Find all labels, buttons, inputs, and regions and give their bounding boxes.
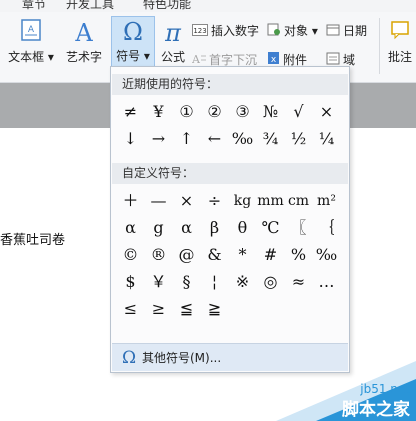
svg-text:A: A bbox=[28, 25, 35, 35]
formula-button[interactable]: π 公式 bbox=[157, 18, 189, 66]
insert-number-button[interactable]: 123 插入数字 bbox=[192, 21, 259, 41]
symbol-cell[interactable]: √ bbox=[285, 98, 312, 126]
symbol-cell[interactable]: ½ bbox=[285, 125, 312, 153]
symbol-cell[interactable]: g bbox=[145, 214, 172, 242]
comment-label: 批注 bbox=[387, 50, 412, 64]
object-button[interactable]: 对象 ▾ bbox=[267, 21, 318, 41]
symbol-cell[interactable]: № bbox=[257, 98, 284, 126]
symbol-cell[interactable]: ￥ bbox=[145, 268, 172, 296]
svg-text:x: x bbox=[271, 55, 277, 65]
symbol-button[interactable]: Ω 符号 ▾ bbox=[111, 16, 155, 70]
omega-icon: Ω bbox=[122, 348, 137, 368]
recent-symbols-header: 近期使用的符号： bbox=[112, 74, 348, 95]
watermark-logo: jb51.net 脚本之家 bbox=[276, 361, 416, 421]
more-symbols-label: 其他符号(M)... bbox=[142, 351, 222, 365]
symbol-cell[interactable]: × bbox=[173, 187, 200, 215]
comment-icon bbox=[384, 18, 416, 48]
svg-text:123: 123 bbox=[193, 27, 206, 35]
comment-button[interactable]: 批注 bbox=[384, 18, 416, 66]
symbol-cell[interactable]: ＋ bbox=[117, 187, 144, 215]
symbol-cell[interactable]: ← bbox=[201, 125, 228, 153]
symbol-cell[interactable]: … bbox=[313, 268, 340, 296]
symbol-cell[interactable]: ≧ bbox=[201, 295, 228, 323]
calendar-icon bbox=[326, 22, 340, 42]
formula-label: 公式 bbox=[160, 50, 185, 64]
wordart-button[interactable]: A 艺术字 bbox=[62, 18, 106, 66]
symbol-cell[interactable]: α bbox=[117, 214, 144, 242]
symbol-cell[interactable]: ℃ bbox=[257, 214, 284, 242]
symbol-cell[interactable]: ¾ bbox=[257, 125, 284, 153]
symbol-cell[interactable]: ① bbox=[173, 98, 200, 126]
symbol-cell[interactable]: # bbox=[257, 241, 284, 269]
textbox-label: 文本框 bbox=[8, 50, 45, 64]
object-label: 对象 bbox=[284, 24, 309, 38]
watermark-site: jb51.net bbox=[359, 382, 410, 396]
wordart-label: 艺术字 bbox=[65, 50, 102, 64]
symbol-cell[interactable]: * bbox=[229, 241, 256, 269]
number-123-icon: 123 bbox=[192, 22, 208, 42]
omega-icon: Ω bbox=[123, 18, 143, 46]
symbol-cell[interactable]: ¥ bbox=[145, 98, 172, 126]
watermark-brand: 脚本之家 bbox=[342, 399, 410, 420]
svg-text:A: A bbox=[192, 53, 201, 65]
symbol-cell[interactable]: × bbox=[313, 98, 340, 126]
symbol-cell[interactable]: ¦ bbox=[201, 268, 228, 296]
symbol-dropdown-menu: 近期使用的符号： ≠ ¥ ① ② ③ № √ × ↓ → ↑ ← ‰ ¾ ½ ¼ 自定义符号： ＋ — × ÷ kg m… bbox=[110, 66, 350, 373]
field-label: 域 bbox=[343, 53, 356, 67]
symbol-label: 符号 bbox=[116, 49, 141, 63]
symbol-cell[interactable]: ≦ bbox=[173, 295, 200, 323]
symbol-cell[interactable]: — bbox=[145, 187, 172, 215]
symbol-cell[interactable]: ※ bbox=[229, 268, 256, 296]
symbol-cell[interactable]: ≠ bbox=[117, 98, 144, 126]
textbox-button[interactable]: A 文本框 ▾ bbox=[6, 18, 56, 66]
symbol-cell[interactable]: ® bbox=[145, 241, 172, 269]
symbol-cell[interactable]: @ bbox=[173, 241, 200, 269]
date-button[interactable]: 日期 bbox=[326, 21, 367, 41]
symbol-cell[interactable]: & bbox=[201, 241, 228, 269]
object-icon bbox=[267, 22, 281, 42]
tab-chapter[interactable]: 章节 bbox=[22, 0, 46, 12]
wordart-icon: A bbox=[75, 19, 93, 47]
symbol-cell[interactable]: α bbox=[173, 214, 200, 242]
symbol-cell[interactable]: © bbox=[117, 241, 144, 269]
symbol-cell[interactable]: ↓ bbox=[117, 125, 144, 153]
symbol-cell[interactable]: ≥ bbox=[145, 295, 172, 323]
symbol-cell[interactable]: ≈ bbox=[285, 268, 312, 296]
symbol-cell[interactable]: ② bbox=[201, 98, 228, 126]
symbol-cell[interactable]: θ bbox=[229, 214, 256, 242]
symbol-cell[interactable]: m² bbox=[313, 187, 340, 215]
tab-dev-tools[interactable]: 开发工具 bbox=[66, 0, 114, 12]
symbol-cell[interactable]: mm bbox=[257, 187, 284, 215]
symbol-cell[interactable]: ≤ bbox=[117, 295, 144, 323]
symbol-cell[interactable]: % bbox=[285, 241, 312, 269]
symbol-cell[interactable]: 〖 bbox=[285, 214, 312, 242]
insert-number-label: 插入数字 bbox=[211, 24, 260, 38]
drop-cap-label: 首字下沉 bbox=[209, 53, 258, 67]
tab-special-features[interactable]: 特色功能 bbox=[143, 0, 191, 12]
symbol-cell[interactable]: → bbox=[145, 125, 172, 153]
symbol-cell[interactable]: ÷ bbox=[201, 187, 228, 215]
symbol-cell[interactable]: ③ bbox=[229, 98, 256, 126]
symbol-cell[interactable]: $ bbox=[117, 268, 144, 296]
symbol-cell[interactable]: ¼ bbox=[313, 125, 340, 153]
symbol-cell[interactable]: kg bbox=[229, 187, 256, 215]
symbol-cell[interactable]: § bbox=[173, 268, 200, 296]
symbol-cell[interactable]: ‰ bbox=[229, 125, 256, 153]
symbol-cell[interactable]: ◎ bbox=[257, 268, 284, 296]
symbol-cell[interactable]: β bbox=[201, 214, 228, 242]
textbox-icon: A bbox=[6, 18, 56, 48]
ribbon-separator bbox=[379, 18, 380, 74]
document-text: 香蕉吐司卷 bbox=[0, 233, 66, 248]
symbol-cell[interactable]: ‰ bbox=[313, 241, 340, 269]
attachment-label: 附件 bbox=[283, 53, 308, 67]
date-label: 日期 bbox=[343, 24, 368, 38]
symbol-cell[interactable]: ↑ bbox=[173, 125, 200, 153]
custom-symbols-header: 自定义符号： bbox=[112, 163, 348, 184]
symbol-cell[interactable]: ｛ bbox=[313, 214, 340, 242]
pi-icon: π bbox=[165, 19, 181, 47]
symbol-cell[interactable]: cm bbox=[285, 187, 312, 215]
ribbon-tab-bar: 章节 开发工具 特色功能 bbox=[0, 0, 416, 12]
